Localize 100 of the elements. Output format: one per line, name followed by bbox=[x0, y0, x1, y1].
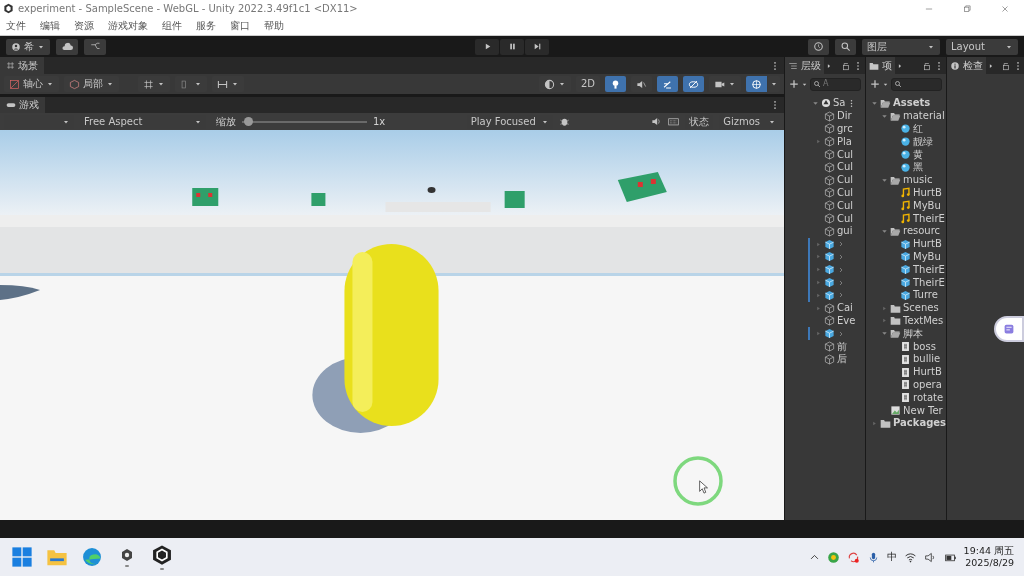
project-item[interactable]: 黄 bbox=[871, 148, 946, 161]
hierarchy-item[interactable]: Cul bbox=[812, 173, 865, 187]
hierarchy-item[interactable]: Cul bbox=[812, 199, 865, 213]
account-name: 希 bbox=[24, 40, 34, 53]
clock-date[interactable]: 2025/8/29 bbox=[965, 557, 1014, 569]
floating-widget-button[interactable] bbox=[994, 316, 1024, 342]
expanded-arrow-icon[interactable] bbox=[871, 99, 878, 107]
folder-icon bbox=[890, 315, 901, 327]
sync-icon[interactable] bbox=[846, 550, 860, 564]
play-button[interactable] bbox=[475, 38, 499, 55]
project-item[interactable]: TheirE bbox=[871, 276, 946, 289]
project-item[interactable]: rotate bbox=[871, 391, 946, 405]
project-item[interactable]: opera bbox=[871, 378, 946, 392]
menu-item[interactable]: 窗口 bbox=[230, 20, 250, 32]
plus-icon[interactable] bbox=[870, 79, 880, 89]
input-method-label[interactable]: 中 bbox=[886, 551, 897, 563]
hierarchy-item[interactable]: Eve bbox=[812, 314, 865, 328]
account-button[interactable]: 希 bbox=[6, 38, 50, 55]
lighting-toggle[interactable] bbox=[605, 76, 626, 92]
project-item[interactable]: material bbox=[871, 109, 946, 123]
project-item[interactable]: Assets bbox=[871, 97, 946, 110]
project-item[interactable]: boss bbox=[871, 340, 946, 353]
menu-item[interactable]: 组件 bbox=[162, 20, 182, 32]
menu-item[interactable]: 帮助 bbox=[264, 20, 284, 32]
bug-icon[interactable] bbox=[558, 116, 570, 127]
project-item[interactable]: TheirE bbox=[871, 212, 946, 225]
tray-app-icon[interactable] bbox=[826, 550, 840, 564]
hierarchy-item[interactable]: 后 bbox=[812, 352, 865, 366]
object-name: Cul bbox=[837, 161, 854, 174]
project-tab[interactable]: 项 bbox=[866, 57, 895, 74]
chevron-icon[interactable] bbox=[837, 329, 845, 338]
project-item[interactable]: music bbox=[871, 173, 946, 187]
lock-icon[interactable] bbox=[841, 60, 851, 71]
slider-thumb[interactable] bbox=[244, 117, 254, 126]
project-item[interactable]: Turre bbox=[871, 288, 946, 302]
asset-name: 靓绿 bbox=[913, 135, 933, 148]
project-item[interactable]: MyBu bbox=[871, 250, 946, 264]
project-item[interactable]: TheirE bbox=[871, 263, 946, 277]
expanded-arrow-icon[interactable] bbox=[881, 330, 888, 338]
gizmos-toggle[interactable] bbox=[746, 76, 767, 92]
hierarchy-item[interactable]: Cul bbox=[812, 148, 865, 161]
hierarchy-item[interactable]: Dir bbox=[812, 109, 865, 123]
scene-row[interactable]: Sa bbox=[812, 97, 865, 110]
project-item[interactable]: HurtB bbox=[871, 186, 946, 200]
project-item[interactable]: 脚本 bbox=[871, 327, 946, 341]
lock-icon[interactable] bbox=[922, 60, 932, 71]
hierarchy-item[interactable]: Cul bbox=[812, 212, 865, 225]
menu-item[interactable]: 编辑 bbox=[40, 20, 60, 32]
project-item[interactable]: resourc bbox=[871, 224, 946, 238]
scene-tab[interactable]: 场景 bbox=[0, 57, 44, 74]
hierarchy-item[interactable]: Cai bbox=[812, 301, 865, 315]
expanded-arrow-icon[interactable] bbox=[881, 112, 888, 120]
visibility-toggle[interactable] bbox=[683, 76, 704, 92]
project-item[interactable]: MyBu bbox=[871, 199, 946, 213]
expand-arrow-icon[interactable] bbox=[812, 99, 819, 107]
menu-item[interactable]: 服务 bbox=[196, 20, 216, 32]
search-field[interactable] bbox=[891, 77, 942, 91]
lock-icon[interactable] bbox=[1001, 60, 1011, 71]
project-item[interactable]: TextMes bbox=[871, 314, 946, 328]
volume-icon[interactable] bbox=[923, 550, 937, 564]
hierarchy-item[interactable]: Cul bbox=[812, 186, 865, 200]
hierarchy-item[interactable]: Pla bbox=[812, 135, 865, 149]
layout-dropdown[interactable]: Layout bbox=[946, 38, 1018, 55]
speaker-icon[interactable] bbox=[651, 116, 663, 127]
menu-item[interactable]: 游戏对象 bbox=[108, 20, 148, 32]
menu-item[interactable]: 文件 bbox=[6, 20, 26, 32]
search-button[interactable] bbox=[835, 38, 856, 55]
pause-button[interactable] bbox=[500, 38, 524, 55]
expanded-arrow-icon[interactable] bbox=[881, 227, 888, 235]
wifi-icon[interactable] bbox=[903, 550, 917, 564]
scene-name: Sa bbox=[833, 97, 846, 110]
project-item[interactable]: HurtB bbox=[871, 365, 946, 379]
inspector-tab[interactable]: 检查 bbox=[947, 57, 986, 74]
project-item[interactable]: bullie bbox=[871, 352, 946, 366]
menu-item[interactable]: 资源 bbox=[74, 20, 94, 32]
game-tab[interactable]: 游戏 bbox=[0, 97, 45, 113]
script-file-icon bbox=[900, 366, 911, 378]
effects-toggle[interactable] bbox=[657, 76, 678, 92]
project-item[interactable]: HurtB bbox=[871, 237, 946, 251]
hierarchy-item[interactable]: grc bbox=[812, 122, 865, 136]
project-item[interactable]: Scenes bbox=[871, 301, 946, 315]
expanded-arrow-icon[interactable] bbox=[881, 176, 888, 184]
keyboard-icon[interactable] bbox=[668, 116, 680, 127]
project-item[interactable]: Packages bbox=[871, 416, 946, 430]
clock-time[interactable]: 19:44 周五 bbox=[963, 545, 1014, 557]
project-item[interactable]: New Ter bbox=[871, 404, 946, 417]
project-item[interactable]: 红 bbox=[871, 122, 946, 136]
cube-icon bbox=[824, 302, 835, 314]
hierarchy-item[interactable]: Cul bbox=[812, 161, 865, 174]
collaborate-button[interactable] bbox=[84, 38, 106, 55]
hierarchy-item[interactable]: 前 bbox=[812, 340, 865, 353]
history-button[interactable] bbox=[808, 38, 829, 55]
hierarchy-item[interactable]: gui bbox=[812, 224, 865, 238]
project-item[interactable]: 黑 bbox=[871, 161, 946, 174]
hierarchy-tab[interactable]: 层级 bbox=[785, 57, 824, 74]
step-button[interactable] bbox=[525, 38, 549, 55]
plus-icon[interactable] bbox=[789, 79, 799, 89]
project-item[interactable]: 靓绿 bbox=[871, 135, 946, 149]
cloud-button[interactable] bbox=[56, 38, 78, 55]
layers-dropdown[interactable]: 图层 bbox=[862, 38, 940, 55]
